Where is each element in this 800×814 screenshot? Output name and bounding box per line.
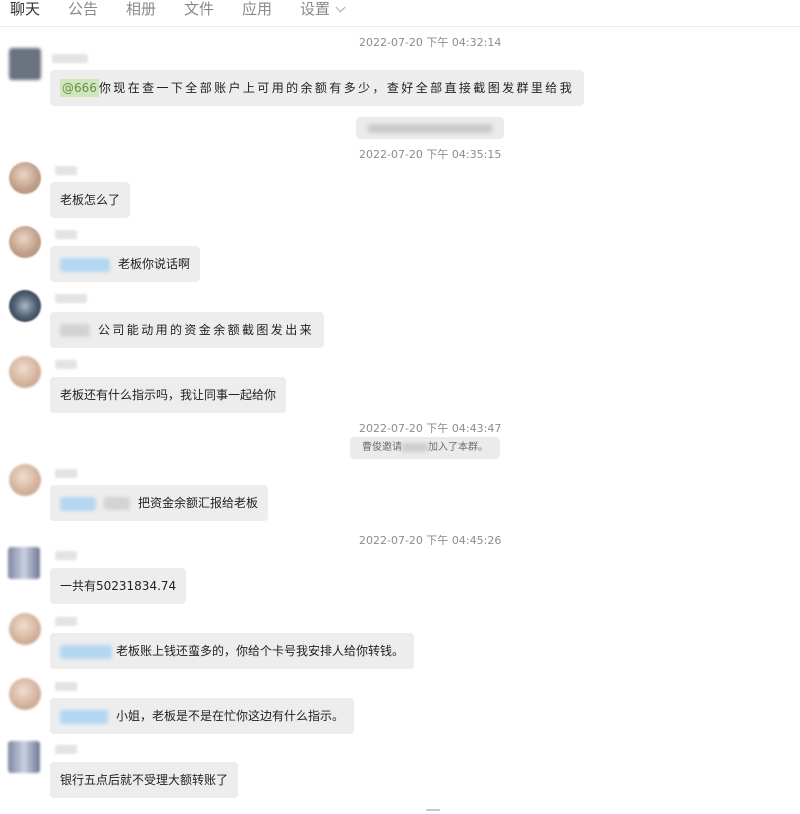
sender-name <box>52 54 88 63</box>
avatar[interactable] <box>9 464 41 496</box>
blurred-name <box>402 442 428 452</box>
sender-name <box>55 294 87 303</box>
message-bubble[interactable]: 小姐，老板是不是在忙你这边有什么指示。 <box>50 698 355 734</box>
message-bubble[interactable]: 老板怎么了 <box>50 182 131 218</box>
timestamp: 2022-07-20 下午 04:45:26 <box>359 534 502 547</box>
sender-name <box>55 745 77 754</box>
system-notice-prefix: 曹俊邀请 <box>362 442 402 453</box>
blurred-mention <box>60 496 96 511</box>
message-text: 老板你说话啊 <box>118 257 191 271</box>
timestamp: 2022-07-20 下午 04:35:15 <box>359 148 502 161</box>
tab-files[interactable]: 文件 <box>184 0 214 19</box>
sender-name <box>55 360 77 369</box>
avatar[interactable] <box>9 613 41 645</box>
avatar[interactable] <box>9 678 41 710</box>
message-bubble[interactable]: 老板你说话啊 <box>50 246 201 282</box>
message-text: 公司能动用的资金余额截图发出来 <box>98 323 315 337</box>
timestamp: 2022-07-20 下午 04:43:47 <box>359 422 502 435</box>
message-text: 小姐，老板是不是在忙你这边有什么指示。 <box>116 709 345 723</box>
avatar[interactable] <box>8 741 40 773</box>
sender-name <box>55 469 77 478</box>
blurred-mention <box>60 324 90 337</box>
system-notice-blurred <box>356 117 504 139</box>
tab-bar: 聊天 公告 相册 文件 应用 设置 <box>0 0 800 27</box>
message-text: 老板账上钱还蛮多的，你给个卡号我安排人给你转钱。 <box>116 644 405 658</box>
message-bubble[interactable]: 老板还有什么指示吗，我让同事一起给你 <box>50 377 287 413</box>
avatar[interactable] <box>9 290 41 322</box>
message-bubble[interactable]: 把资金余额汇报给老板 <box>50 485 269 521</box>
sender-name <box>55 551 77 560</box>
chevron-down-icon <box>335 2 346 13</box>
blurred-mention <box>60 709 108 724</box>
tab-album[interactable]: 相册 <box>126 0 156 19</box>
avatar[interactable] <box>9 162 41 194</box>
blurred-mention <box>60 644 112 659</box>
avatar[interactable] <box>8 547 40 579</box>
timestamp: 2022-07-20 下午 04:32:14 <box>359 36 502 49</box>
sender-name <box>55 682 77 691</box>
tab-settings[interactable]: 设置 <box>300 0 346 19</box>
avatar[interactable] <box>9 356 41 388</box>
message-bubble[interactable]: 银行五点后就不受理大额转账了 <box>50 762 239 798</box>
message-bubble[interactable]: 公司能动用的资金余额截图发出来 <box>50 312 325 348</box>
scroll-indicator[interactable] <box>426 809 440 811</box>
avatar[interactable] <box>9 226 41 258</box>
message-bubble[interactable]: 老板账上钱还蛮多的，你给个卡号我安排人给你转钱。 <box>50 633 415 669</box>
message-bubble[interactable]: @666 你现在查一下全部账户上可用的余额有多少，查好全部直接截图发群里给我 <box>50 70 585 106</box>
tab-apps[interactable]: 应用 <box>242 0 272 19</box>
sender-name <box>55 617 77 626</box>
blurred-mention <box>60 257 110 272</box>
tab-settings-label: 设置 <box>300 0 331 18</box>
blurred-mention <box>104 497 130 510</box>
message-bubble[interactable]: 一共有50231834.74 <box>50 568 187 604</box>
system-notice-suffix: 加入了本群。 <box>428 442 488 453</box>
system-notice: 曹俊邀请 加入了本群。 <box>350 437 500 459</box>
avatar[interactable] <box>9 48 41 80</box>
mention-tag[interactable]: @666 <box>60 79 99 97</box>
message-text: 你现在查一下全部账户上可用的余额有多少，查好全部直接截图发群里给我 <box>98 81 575 95</box>
message-text: 把资金余额汇报给老板 <box>138 496 259 510</box>
tab-chat[interactable]: 聊天 <box>10 0 40 19</box>
sender-name <box>55 166 77 175</box>
sender-name <box>55 230 77 239</box>
tab-announcements[interactable]: 公告 <box>68 0 98 19</box>
